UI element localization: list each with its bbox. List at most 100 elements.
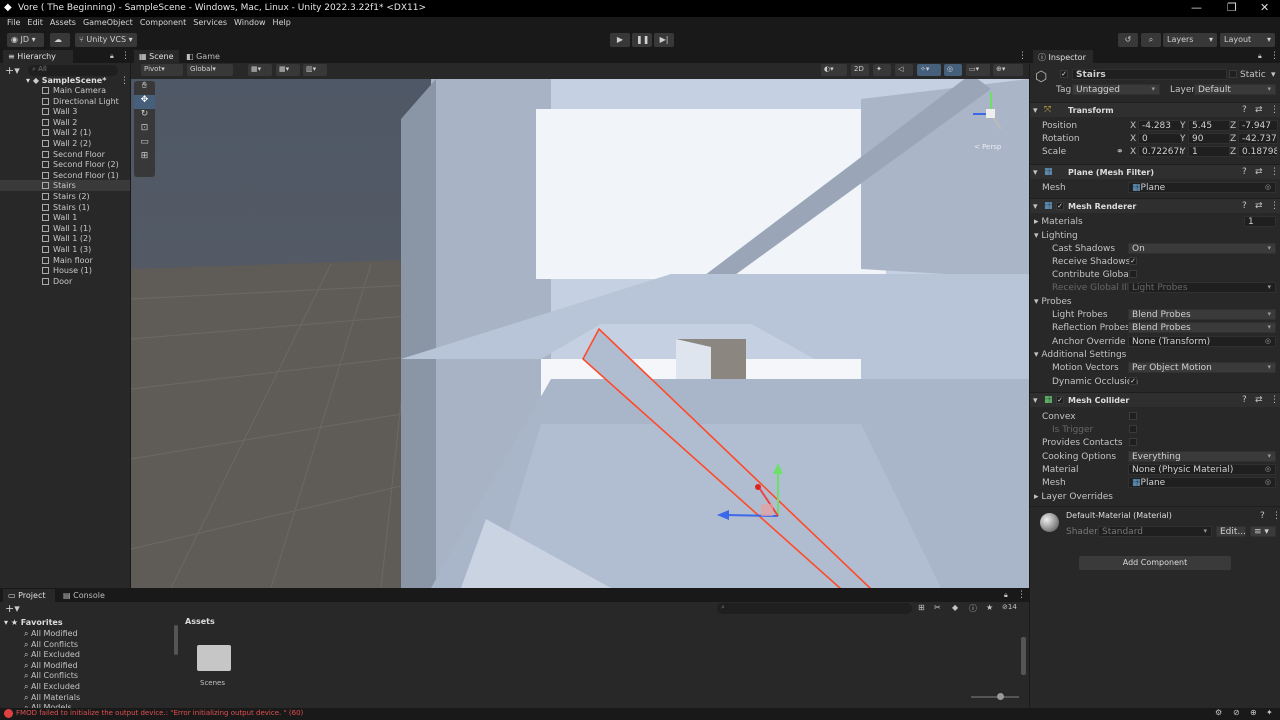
layout-dropdown[interactable]: Layout ▾ [1220,33,1275,47]
scale-tool-icon[interactable]: ⊡ [134,123,155,137]
hand-tool-icon[interactable]: ✋︎ [134,81,155,95]
add-component-button[interactable]: Add Component [1079,556,1231,570]
hierarchy-item[interactable]: Wall 2 (1) [42,128,91,137]
menu-window[interactable]: Window [234,18,266,27]
scene-viewport[interactable]: < Persp ✋︎ ✥ ↻ ⊡ ▭ ⊞ [131,79,1029,588]
materials-count[interactable]: 1 [1244,216,1276,227]
tab-inspector[interactable]: ⓘ Inspector [1033,50,1093,63]
vcs-dropdown[interactable]: ⑂ Unity VCS ▾ [75,33,137,47]
hierarchy-item[interactable]: Stairs [42,181,76,190]
cloud-button[interactable]: ☁ [50,33,70,47]
debug-icon[interactable]: ⚙ [1215,708,1222,717]
contribute-gi-checkbox[interactable] [1129,270,1137,278]
hierarchy-item[interactable]: Wall 1 (3) [42,245,91,254]
star-icon[interactable]: ★ [986,603,993,612]
help-icon[interactable]: ? [1242,167,1247,177]
rotate-tool-icon[interactable]: ↻ [134,109,155,123]
rect-tool-icon[interactable]: ▭ [134,137,155,151]
hierarchy-item[interactable]: Second Floor (2) [42,160,119,169]
scale-z[interactable]: 0.18798 [1238,146,1278,157]
assets-breadcrumb[interactable]: Assets [185,617,215,626]
hierarchy-item[interactable]: Directional Light [42,97,119,106]
rotation-x[interactable]: 0 [1138,133,1182,144]
mesh-collider-header[interactable]: ▾ ▦ ✓ Mesh Collider ? ⇄ ⋮ [1030,392,1280,407]
search-by-type-icon[interactable]: ⊞ [918,603,925,612]
lock-icon[interactable]: 🔒︎ [1004,591,1008,600]
menu-services[interactable]: Services [193,18,227,27]
add-asset-button[interactable]: +▾ [5,602,20,615]
step-button[interactable]: ▶| [654,33,674,47]
hierarchy-item[interactable]: Main floor [42,256,93,265]
hierarchy-item[interactable]: Stairs (2) [42,192,90,201]
toggle-2d-button[interactable]: 2D [851,64,869,76]
tag-dropdown[interactable]: Untagged ▾ [1072,84,1160,95]
hierarchy-item[interactable]: Wall 1 [42,213,77,222]
position-z[interactable]: -7.947 [1238,120,1278,131]
anchor-override-field[interactable]: None (Transform) ◎ [1128,336,1276,347]
probes-foldout[interactable]: ▾ Probes [1034,297,1072,307]
mesh-renderer-header[interactable]: ▾ ▦ ✓ Mesh Renderer ? ⇄ ⋮ [1030,198,1280,213]
lightbulb-icon[interactable]: ✦ [1266,708,1273,717]
more-icon[interactable]: ⋮ [1270,201,1279,211]
lock-icon[interactable]: 🔒︎ [1258,52,1262,61]
lock-icon[interactable]: 🔒︎ [110,52,114,61]
additional-settings-foldout[interactable]: ▾ Additional Settings [1034,350,1126,360]
mesh-renderer-enabled-checkbox[interactable]: ✓ [1056,202,1064,210]
toolsettings-button[interactable]: ▥▾ [303,64,327,76]
tree-scrollbar[interactable] [174,625,178,655]
help-icon[interactable]: ? [1260,511,1265,521]
help-icon[interactable]: ? [1242,395,1247,405]
move-tool-icon[interactable]: ✥ [134,95,155,109]
tab-scene[interactable]: ▦ Scene [134,50,179,63]
audio-toggle[interactable]: ◁ [895,64,913,76]
favorites-item[interactable]: ⌕ All Modified [24,661,78,671]
hierarchy-item[interactable]: Second Floor (1) [42,171,119,180]
lighting-toggle[interactable]: ✦ [873,64,891,76]
hidden-objects-toggle[interactable]: ◎ [944,64,962,76]
asset-scrollbar[interactable] [1021,637,1026,675]
dynamic-occlusion-checkbox[interactable]: ✓ [1129,377,1137,385]
hierarchy-item[interactable]: Wall 2 [42,118,77,127]
favorites-item[interactable]: ⌕ All Materials [24,693,80,703]
transform-tool-icon[interactable]: ⊞ [134,151,155,165]
cooking-options-dropdown[interactable]: Everything ▾ [1128,451,1276,462]
scale-y[interactable]: 1 [1188,146,1230,157]
mesh-collider-enabled-checkbox[interactable]: ✓ [1056,396,1064,404]
favorites-item[interactable]: ⌕ All Excluded [24,682,80,692]
static-checkbox[interactable] [1229,70,1237,78]
icon-size-slider[interactable] [971,693,1019,700]
help-icon[interactable]: ? [1242,105,1247,115]
more-icon[interactable]: ⋮ [1018,51,1027,61]
transform-header[interactable]: ▾ ⤧ Transform ? ⇄ ⋮ [1030,102,1280,117]
pivot-dropdown[interactable]: Pivot▾ [141,64,183,76]
provides-contacts-checkbox[interactable] [1129,438,1137,446]
link-icon[interactable]: ⚭ [1116,147,1124,157]
add-button[interactable]: +▾ [5,64,20,77]
favorites-item[interactable]: ⌕ All Modified [24,629,78,639]
hierarchy-item[interactable]: House (1) [42,266,92,275]
play-button[interactable]: ▶ [610,33,630,47]
favorites-item[interactable]: ⌕ All Excluded [24,650,80,660]
lighting-foldout[interactable]: ▾ Lighting [1034,231,1078,241]
global-dropdown[interactable]: Global▾ [187,64,233,76]
position-x[interactable]: -4.283 [1138,120,1182,131]
hierarchy-item[interactable]: Stairs (1) [42,203,90,212]
project-search-input[interactable]: ⌕ [717,603,912,614]
close-button[interactable]: ✕ [1260,1,1269,14]
preset-icon[interactable]: ⇄ [1255,201,1263,211]
favorites-item[interactable]: ⌕ All Conflicts [24,671,78,681]
mesh-filter-header[interactable]: ▾ ▦ Plane (Mesh Filter) ? ⇄ ⋮ [1030,164,1280,179]
more-icon[interactable]: ⋮ [121,51,130,61]
more-icon[interactable]: ⋮ [120,76,129,86]
hierarchy-item[interactable]: Wall 2 (2) [42,139,91,148]
minimize-button[interactable]: — [1191,1,1202,14]
mesh-field[interactable]: ▦Plane ◎ [1128,182,1276,193]
status-error-message[interactable]: FMOD failed to initialize the output dev… [16,709,303,717]
grid-snap-button[interactable]: ▦▾ [248,64,272,76]
shader-edit-button[interactable]: Edit... [1216,526,1246,537]
increment-snap-button[interactable]: ▦▾ [276,64,300,76]
info-icon[interactable]: ⓘ [969,603,977,614]
draw-mode-button[interactable]: ◐▾ [821,64,847,76]
active-checkbox[interactable]: ✓ [1060,70,1068,78]
motion-vectors-dropdown[interactable]: Per Object Motion ▾ [1128,362,1276,373]
